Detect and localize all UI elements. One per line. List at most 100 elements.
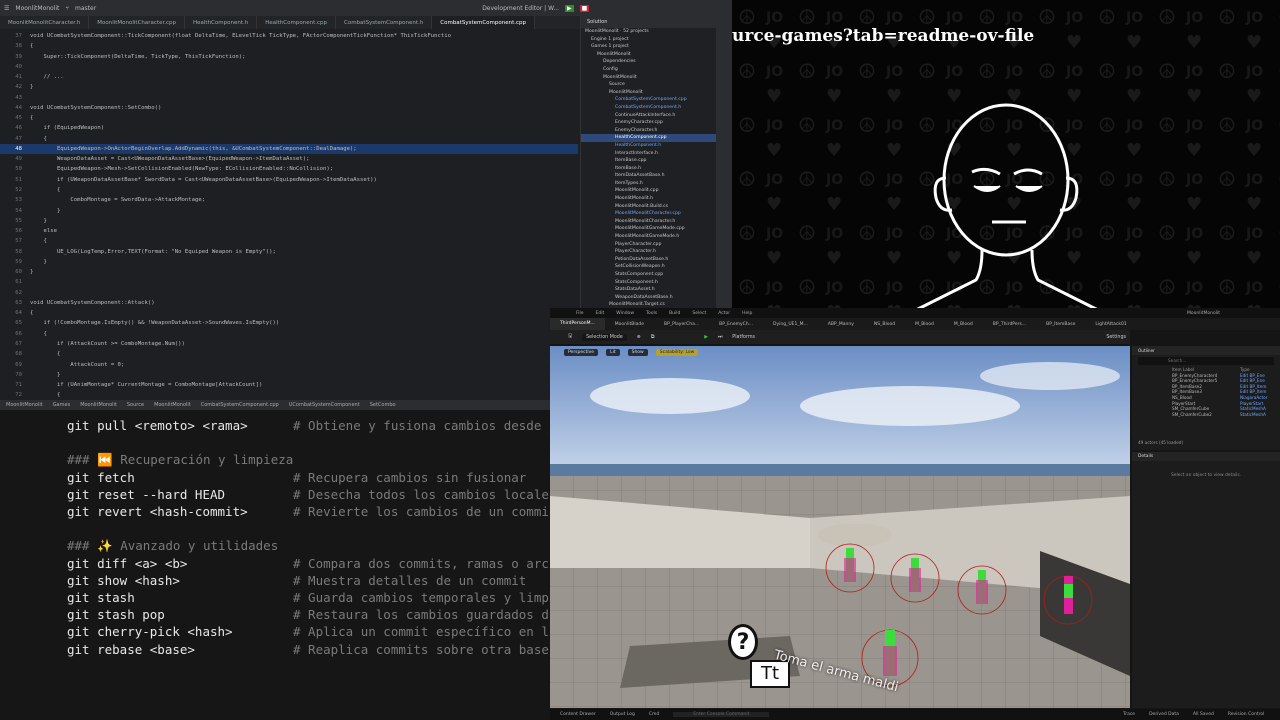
solution-item[interactable]: EnemyCharacter.cpp bbox=[581, 119, 732, 127]
ue-menu-item[interactable]: File bbox=[576, 311, 584, 316]
editor-tab[interactable]: MoonlitMonolitCharacter.h bbox=[0, 16, 90, 29]
add-actor-icon[interactable]: ⊕ bbox=[637, 335, 641, 340]
code-text[interactable]: void UCombatSystemComponent::Attack() bbox=[30, 298, 155, 308]
solution-item[interactable]: Dependencies bbox=[581, 58, 732, 66]
code-text[interactable]: { bbox=[30, 134, 46, 144]
solution-item[interactable]: EnemyCharacter.h bbox=[581, 127, 732, 135]
perspective-button[interactable]: Perspective bbox=[564, 348, 599, 356]
outliner-row[interactable]: SM_ChamferCube2 StaticMeshA bbox=[1132, 412, 1280, 418]
code-text[interactable]: EquipedWeapon->Mesh->SetCollisionEnabled… bbox=[30, 164, 333, 174]
code-text[interactable]: void UCombatSystemComponent::SetCombo() bbox=[30, 103, 161, 113]
code-text[interactable]: EquipedWeapon->OnActorBeginOverlap.AddDy… bbox=[30, 144, 357, 154]
project-name[interactable]: MoonlitMonolit bbox=[15, 5, 59, 12]
solution-item[interactable]: Games 1 project bbox=[581, 43, 732, 51]
ue-status-item[interactable]: Content Drawer bbox=[560, 712, 596, 717]
solution-item[interactable]: ContinueAttackInterface.h bbox=[581, 112, 732, 120]
enemy-1[interactable] bbox=[825, 543, 875, 593]
settings-button[interactable]: Settings bbox=[1106, 335, 1126, 340]
code-text[interactable]: if (UAnimMontage* CurrentMontage = Combo… bbox=[30, 380, 262, 390]
breadcrumb-item[interactable]: SetCombo bbox=[370, 402, 396, 408]
ue-asset-tab[interactable]: ABP_Manny bbox=[818, 322, 864, 327]
breadcrumb-item[interactable]: UCombatSystemComponent bbox=[289, 402, 360, 408]
ue-menu-item[interactable]: Select bbox=[692, 311, 706, 316]
ue-status-item[interactable]: Derived Data bbox=[1149, 712, 1179, 717]
branch-name[interactable]: master bbox=[75, 5, 96, 12]
code-text[interactable]: ComboMontage = SwordData->AttackMontage; bbox=[30, 195, 205, 205]
ue-asset-tab[interactable]: Dying_UE1_M... bbox=[763, 322, 818, 327]
play-button[interactable]: ▶ bbox=[704, 335, 708, 340]
solution-item[interactable]: StatsDataAsset.h bbox=[581, 286, 732, 294]
code-text[interactable]: } bbox=[30, 370, 60, 380]
solution-item[interactable]: MoonlitMonolitCharacter.cpp bbox=[581, 210, 732, 218]
ue-asset-tab[interactable]: NS_Blood bbox=[864, 322, 905, 327]
solution-item[interactable]: InteractInterface.h bbox=[581, 150, 732, 158]
outliner-type[interactable]: StaticMeshA bbox=[1240, 412, 1266, 418]
ue-asset-tab[interactable]: M_Blood bbox=[905, 322, 944, 327]
editor-tab[interactable]: CombatSystemComponent.cpp bbox=[432, 16, 536, 29]
code-text[interactable]: } bbox=[30, 206, 60, 216]
solution-item[interactable]: Config bbox=[581, 66, 732, 74]
ue-menu-item[interactable]: Help bbox=[742, 311, 752, 316]
solution-item[interactable]: PotionDataAssetBase.h bbox=[581, 256, 732, 264]
code-text[interactable]: void UCombatSystemComponent::TickCompone… bbox=[30, 31, 451, 41]
solution-item[interactable]: MoonlitMonolitCharacter.h bbox=[581, 218, 732, 226]
editor-tab[interactable]: HealthComponent.cpp bbox=[257, 16, 336, 29]
step-icon[interactable]: ⏭ bbox=[718, 334, 722, 340]
solution-item[interactable]: ItemTypes.h bbox=[581, 180, 732, 188]
code-text[interactable]: } bbox=[30, 257, 46, 267]
code-text[interactable]: { bbox=[30, 236, 46, 246]
stop-icon[interactable]: ■ bbox=[579, 4, 590, 12]
enemy-3[interactable] bbox=[957, 565, 1007, 615]
code-text[interactable]: } bbox=[30, 216, 46, 226]
solution-item[interactable]: CombatSystemComponent.h bbox=[581, 104, 732, 112]
code-text[interactable]: Super::TickComponent(DeltaTime, TickType… bbox=[30, 52, 245, 62]
solution-item[interactable]: Engine 1 project bbox=[581, 36, 732, 44]
code-text[interactable]: } bbox=[30, 267, 33, 277]
solution-item[interactable]: MoonlitMonolit · 52 projects bbox=[581, 28, 732, 36]
solution-item[interactable]: ItemDataAssetBase.h bbox=[581, 172, 732, 180]
solution-item[interactable]: MoonlitMonolit bbox=[581, 74, 732, 82]
ue-status-item[interactable]: Trace bbox=[1123, 712, 1135, 717]
run-icon[interactable]: ▶ bbox=[565, 4, 574, 12]
code-text[interactable]: { bbox=[30, 113, 33, 123]
solution-item[interactable]: MoonlitMonolit.Build.cs bbox=[581, 203, 732, 211]
ue-asset-tab[interactable]: LightAttack01 bbox=[1085, 322, 1136, 327]
breadcrumb-item[interactable]: MoonlitMonolit bbox=[80, 402, 117, 408]
code-text[interactable]: { bbox=[30, 308, 33, 318]
code-editor[interactable]: 37 void UCombatSystemComponent::TickCompo… bbox=[0, 31, 578, 399]
solution-item[interactable]: WeaponDataAssetBase.h bbox=[581, 294, 732, 302]
code-text[interactable]: WeaponDataAsset = Cast<UWeaponDataAssetB… bbox=[30, 154, 310, 164]
breadcrumb-item[interactable]: MoonlitMonolit bbox=[6, 402, 43, 408]
code-text[interactable]: { bbox=[30, 41, 33, 51]
ue-asset-tab[interactable]: BP_EnemyCh... bbox=[709, 322, 763, 327]
lit-button[interactable]: Lit bbox=[606, 348, 620, 356]
breadcrumb-item[interactable]: Games bbox=[53, 402, 71, 408]
solution-item[interactable]: MoonlitMonolit bbox=[581, 89, 732, 97]
code-text[interactable]: else bbox=[30, 226, 56, 236]
ue-status-item[interactable]: All Saved bbox=[1193, 712, 1214, 717]
solution-item[interactable]: Source bbox=[581, 81, 732, 89]
solution-item[interactable]: PlayerCharacter.h bbox=[581, 248, 732, 256]
solution-item[interactable]: ItemBase.h bbox=[581, 165, 732, 173]
editor-tab[interactable]: CombatSystemComponent.h bbox=[336, 16, 433, 29]
console-input[interactable]: Enter Console Command bbox=[673, 712, 770, 717]
ue-asset-tab[interactable]: M_Blood bbox=[944, 322, 983, 327]
solution-item[interactable]: ItemBase.cpp bbox=[581, 157, 732, 165]
code-text[interactable]: if (AttackCount >= ComboMontage.Num()) bbox=[30, 339, 185, 349]
ue-asset-tab[interactable]: ThirdPersonM... bbox=[550, 318, 605, 330]
ue-menu-item[interactable]: Edit bbox=[596, 311, 605, 316]
solution-item[interactable]: PlayerCharacter.cpp bbox=[581, 241, 732, 249]
selection-mode-button[interactable]: Selection Mode bbox=[582, 333, 627, 341]
code-text[interactable]: if (UWeaponDataAssetBase* SwordData = Ca… bbox=[30, 175, 377, 185]
code-text[interactable]: if (!ComboMontage.IsEmpty() && !WeaponDa… bbox=[30, 318, 279, 328]
code-text[interactable]: if (EquipedWeapon) bbox=[30, 123, 104, 133]
solution-item[interactable]: MoonlitMonolitGameMode.h bbox=[581, 233, 732, 241]
save-icon[interactable]: 🖫 bbox=[568, 333, 572, 341]
breadcrumb-item[interactable]: CombatSystemComponent.cpp bbox=[201, 402, 279, 408]
ue-asset-tab[interactable]: BP_ItemBase bbox=[1036, 322, 1085, 327]
ue-menu-item[interactable]: Build bbox=[669, 311, 680, 316]
menu-icon[interactable]: ☰ bbox=[4, 5, 9, 12]
ue-menu-item[interactable]: Actor bbox=[718, 311, 730, 316]
solution-item[interactable]: MoonlitMonolitGameMode.cpp bbox=[581, 225, 732, 233]
ue-status-item[interactable]: Output Log bbox=[610, 712, 635, 717]
